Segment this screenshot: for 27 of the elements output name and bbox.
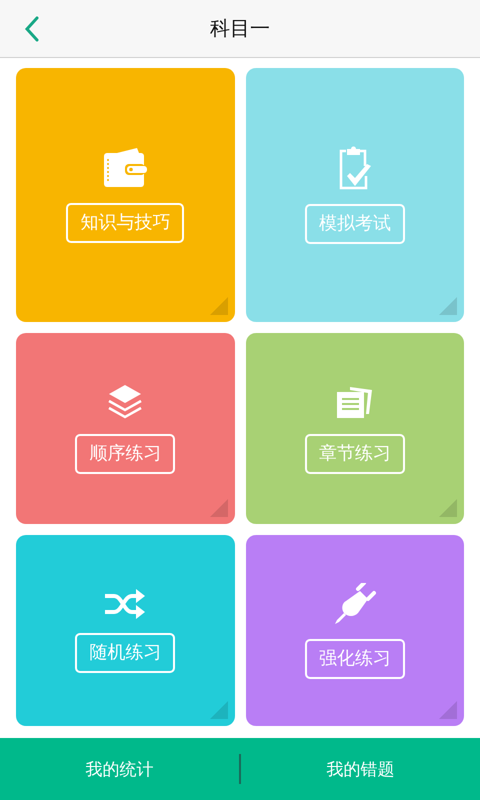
- category-button[interactable]: 章节练习: [304, 434, 405, 474]
- category-tile[interactable]: 顺序练习: [16, 333, 234, 524]
- corner-fold-icon: [439, 297, 457, 315]
- shuffle-icon: [104, 588, 146, 618]
- back-icon: [24, 16, 40, 42]
- plug-icon: [334, 582, 376, 624]
- category-tile[interactable]: 模拟考试: [246, 68, 464, 322]
- corner-fold-icon: [210, 297, 228, 315]
- bottom-tab[interactable]: 我的统计: [0, 748, 239, 790]
- corner-fold-icon: [210, 499, 228, 517]
- category-tile[interactable]: 知识与技巧: [16, 68, 234, 322]
- page-title: 科目一: [210, 15, 270, 42]
- category-tile[interactable]: 随机练习: [16, 535, 234, 726]
- clipboard-check-icon: [338, 146, 372, 190]
- category-button[interactable]: 强化练习: [304, 638, 405, 678]
- corner-fold-icon: [439, 701, 457, 719]
- category-button[interactable]: 顺序练习: [75, 434, 176, 474]
- corner-fold-icon: [210, 701, 228, 719]
- category-tile[interactable]: 强化练习: [246, 535, 464, 726]
- category-button[interactable]: 知识与技巧: [66, 203, 184, 243]
- layers-icon: [108, 384, 142, 420]
- bottom-tab[interactable]: 我的错题: [241, 748, 480, 790]
- wallet-icon: [103, 147, 148, 189]
- category-tile[interactable]: 章节练习: [246, 333, 464, 524]
- category-button[interactable]: 随机练习: [75, 632, 176, 672]
- corner-fold-icon: [439, 499, 457, 517]
- category-button[interactable]: 模拟考试: [304, 204, 405, 244]
